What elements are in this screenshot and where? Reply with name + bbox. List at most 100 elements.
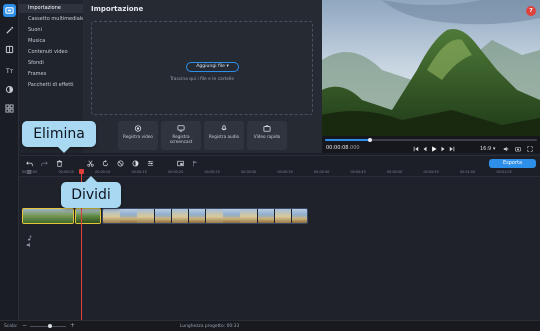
project-length: Lunghezza progetto: 00:33 bbox=[180, 324, 239, 329]
picture-in-picture-icon[interactable] bbox=[176, 159, 184, 167]
record-audio-button[interactable]: Registra audio bbox=[204, 121, 244, 150]
clip-thumbnail bbox=[103, 209, 120, 223]
chevron-down-icon: ▾ bbox=[226, 64, 229, 69]
magic-wand-icon[interactable] bbox=[3, 24, 16, 37]
microphone-icon bbox=[221, 125, 227, 131]
snapshot-camera-icon[interactable] bbox=[515, 145, 521, 152]
clip-properties-icon[interactable] bbox=[146, 159, 154, 167]
ruler-tick-label: 00:00:45 bbox=[350, 170, 366, 174]
clip-thumbnail bbox=[137, 209, 154, 223]
add-track-control bbox=[19, 169, 38, 176]
filters-icon[interactable] bbox=[3, 43, 16, 56]
drop-hint-text: Trascina qui i file e le cartelle bbox=[169, 77, 235, 82]
video-clip-2[interactable] bbox=[75, 208, 101, 224]
color-adjust-icon[interactable] bbox=[131, 159, 139, 167]
import-tab-icon[interactable] bbox=[3, 4, 16, 17]
undo-icon[interactable] bbox=[25, 159, 33, 167]
category-item-frames[interactable]: Frames bbox=[19, 70, 83, 79]
video-preview-panel: 00:00:08.000 16:9 ▾ bbox=[322, 0, 540, 153]
record-audio-label: Registra audio bbox=[208, 134, 240, 139]
video-clip-3[interactable] bbox=[102, 208, 308, 224]
video-frame[interactable] bbox=[322, 0, 540, 136]
video-clip-1[interactable] bbox=[22, 208, 74, 224]
screencast-icon bbox=[177, 125, 185, 132]
clip-thumbnail bbox=[188, 209, 206, 223]
notification-badge[interactable]: 7 bbox=[526, 6, 536, 16]
current-time-fraction: .000 bbox=[348, 145, 360, 151]
category-item-suoni[interactable]: Suoni bbox=[19, 26, 83, 35]
transitions-icon[interactable] bbox=[3, 83, 16, 96]
record-video-label: Registra video bbox=[123, 134, 153, 139]
playhead-handle[interactable] bbox=[79, 169, 84, 174]
record-screencast-label: Registra screencast bbox=[169, 134, 193, 144]
ruler-tick-label: 00:00:30 bbox=[241, 170, 257, 174]
quick-video-button[interactable]: Video rapido bbox=[247, 121, 287, 150]
scale-label: Scala: bbox=[4, 324, 18, 329]
record-video-button[interactable]: Registra video bbox=[118, 121, 158, 150]
category-item-cassetto-multimediale[interactable]: Cassetto multimediale bbox=[19, 15, 83, 24]
zoom-out-icon[interactable]: − bbox=[22, 322, 27, 329]
add-files-button[interactable]: Aggiungi file ▾ bbox=[186, 62, 239, 72]
redo-icon[interactable] bbox=[40, 159, 48, 167]
clip-thumbnail bbox=[257, 209, 275, 223]
record-screencast-button[interactable]: Registra screencast bbox=[161, 121, 201, 150]
frame-back-icon[interactable] bbox=[422, 145, 428, 152]
ruler-tick-label: 00:00:05 bbox=[58, 170, 74, 174]
export-button[interactable]: Esporta bbox=[489, 159, 536, 168]
play-icon[interactable] bbox=[431, 145, 437, 152]
aspect-ratio-select[interactable]: 16:9 ▾ bbox=[480, 145, 495, 152]
zoom-slider-handle[interactable] bbox=[47, 324, 52, 328]
audio-mute-icon[interactable] bbox=[26, 242, 32, 248]
panel-title: Importazione bbox=[91, 5, 144, 13]
rotate-icon[interactable] bbox=[101, 159, 109, 167]
record-video-icon bbox=[134, 125, 142, 132]
clip-thumbnail bbox=[120, 209, 137, 223]
fullscreen-icon[interactable] bbox=[527, 145, 533, 152]
seekbar-handle[interactable] bbox=[367, 138, 372, 142]
delete-trash-icon[interactable] bbox=[55, 159, 63, 167]
category-item-importazione[interactable]: Importazione bbox=[19, 4, 83, 13]
ruler-tick-label: 00:00:15 bbox=[131, 170, 147, 174]
timeline-toolbar: Esporta bbox=[19, 155, 540, 169]
audio-track-controls bbox=[19, 235, 38, 249]
project-length-label: Lunghezza progetto: bbox=[180, 324, 226, 329]
ruler-tick-label: 00:00:35 bbox=[277, 170, 293, 174]
left-tool-rail: Tт bbox=[0, 0, 19, 320]
track-settings-icon[interactable] bbox=[26, 169, 32, 175]
split-scissors-icon[interactable] bbox=[86, 159, 94, 167]
marker-flag-icon[interactable] bbox=[191, 159, 199, 167]
clip-thumbnail bbox=[274, 209, 292, 223]
file-drop-zone[interactable]: Aggiungi file ▾ Trascina qui i file e le… bbox=[91, 21, 313, 115]
crop-icon[interactable] bbox=[116, 159, 124, 167]
chevron-down-icon: ▾ bbox=[491, 145, 496, 152]
playback-seekbar[interactable] bbox=[325, 138, 537, 142]
ruler-tick-label: 00:01:05 bbox=[496, 170, 512, 174]
ruler-tick-label: 00:00:10 bbox=[95, 170, 111, 174]
timeline-ruler[interactable]: 00:00:00 00:00:05 00:00:10 00:00:15 00:00:20… bbox=[19, 169, 540, 177]
svg-text:Tт: Tт bbox=[5, 68, 14, 75]
music-note-icon[interactable] bbox=[26, 235, 32, 241]
more-tools-grid-icon[interactable] bbox=[3, 102, 16, 115]
ruler-tick-label: 00:00:55 bbox=[423, 170, 439, 174]
category-item-pacchetti-effetti[interactable]: Pacchetti di effetti bbox=[19, 81, 83, 90]
quick-video-label: Video rapido bbox=[253, 134, 281, 139]
skip-forward-icon[interactable] bbox=[449, 145, 455, 152]
volume-icon[interactable] bbox=[503, 145, 509, 152]
ruler-tick-label: 00:00:20 bbox=[168, 170, 184, 174]
clip-thumbnail bbox=[223, 209, 240, 223]
project-length-value: 00:33 bbox=[226, 324, 240, 329]
frame-forward-icon[interactable] bbox=[440, 145, 446, 152]
titles-icon[interactable]: Tт bbox=[3, 64, 16, 77]
timeline-zoom-slider[interactable] bbox=[30, 324, 66, 328]
delete-callout: Elimina bbox=[22, 121, 96, 153]
clip-thumbnail bbox=[23, 209, 73, 223]
zoom-in-icon[interactable]: + bbox=[70, 322, 75, 329]
category-item-contenuti-video[interactable]: Contenuti video bbox=[19, 48, 83, 57]
skip-back-icon[interactable] bbox=[413, 145, 419, 152]
category-item-sfondi[interactable]: Sfondi bbox=[19, 59, 83, 68]
current-time-display: 00:00:08.000 bbox=[326, 145, 360, 151]
ruler-tick-label: 00:01:00 bbox=[460, 170, 476, 174]
clip-thumbnail bbox=[206, 209, 223, 223]
category-item-musica[interactable]: Musica bbox=[19, 37, 83, 46]
status-bar: Scala: − + Lunghezza progetto: 00:33 bbox=[0, 320, 540, 331]
